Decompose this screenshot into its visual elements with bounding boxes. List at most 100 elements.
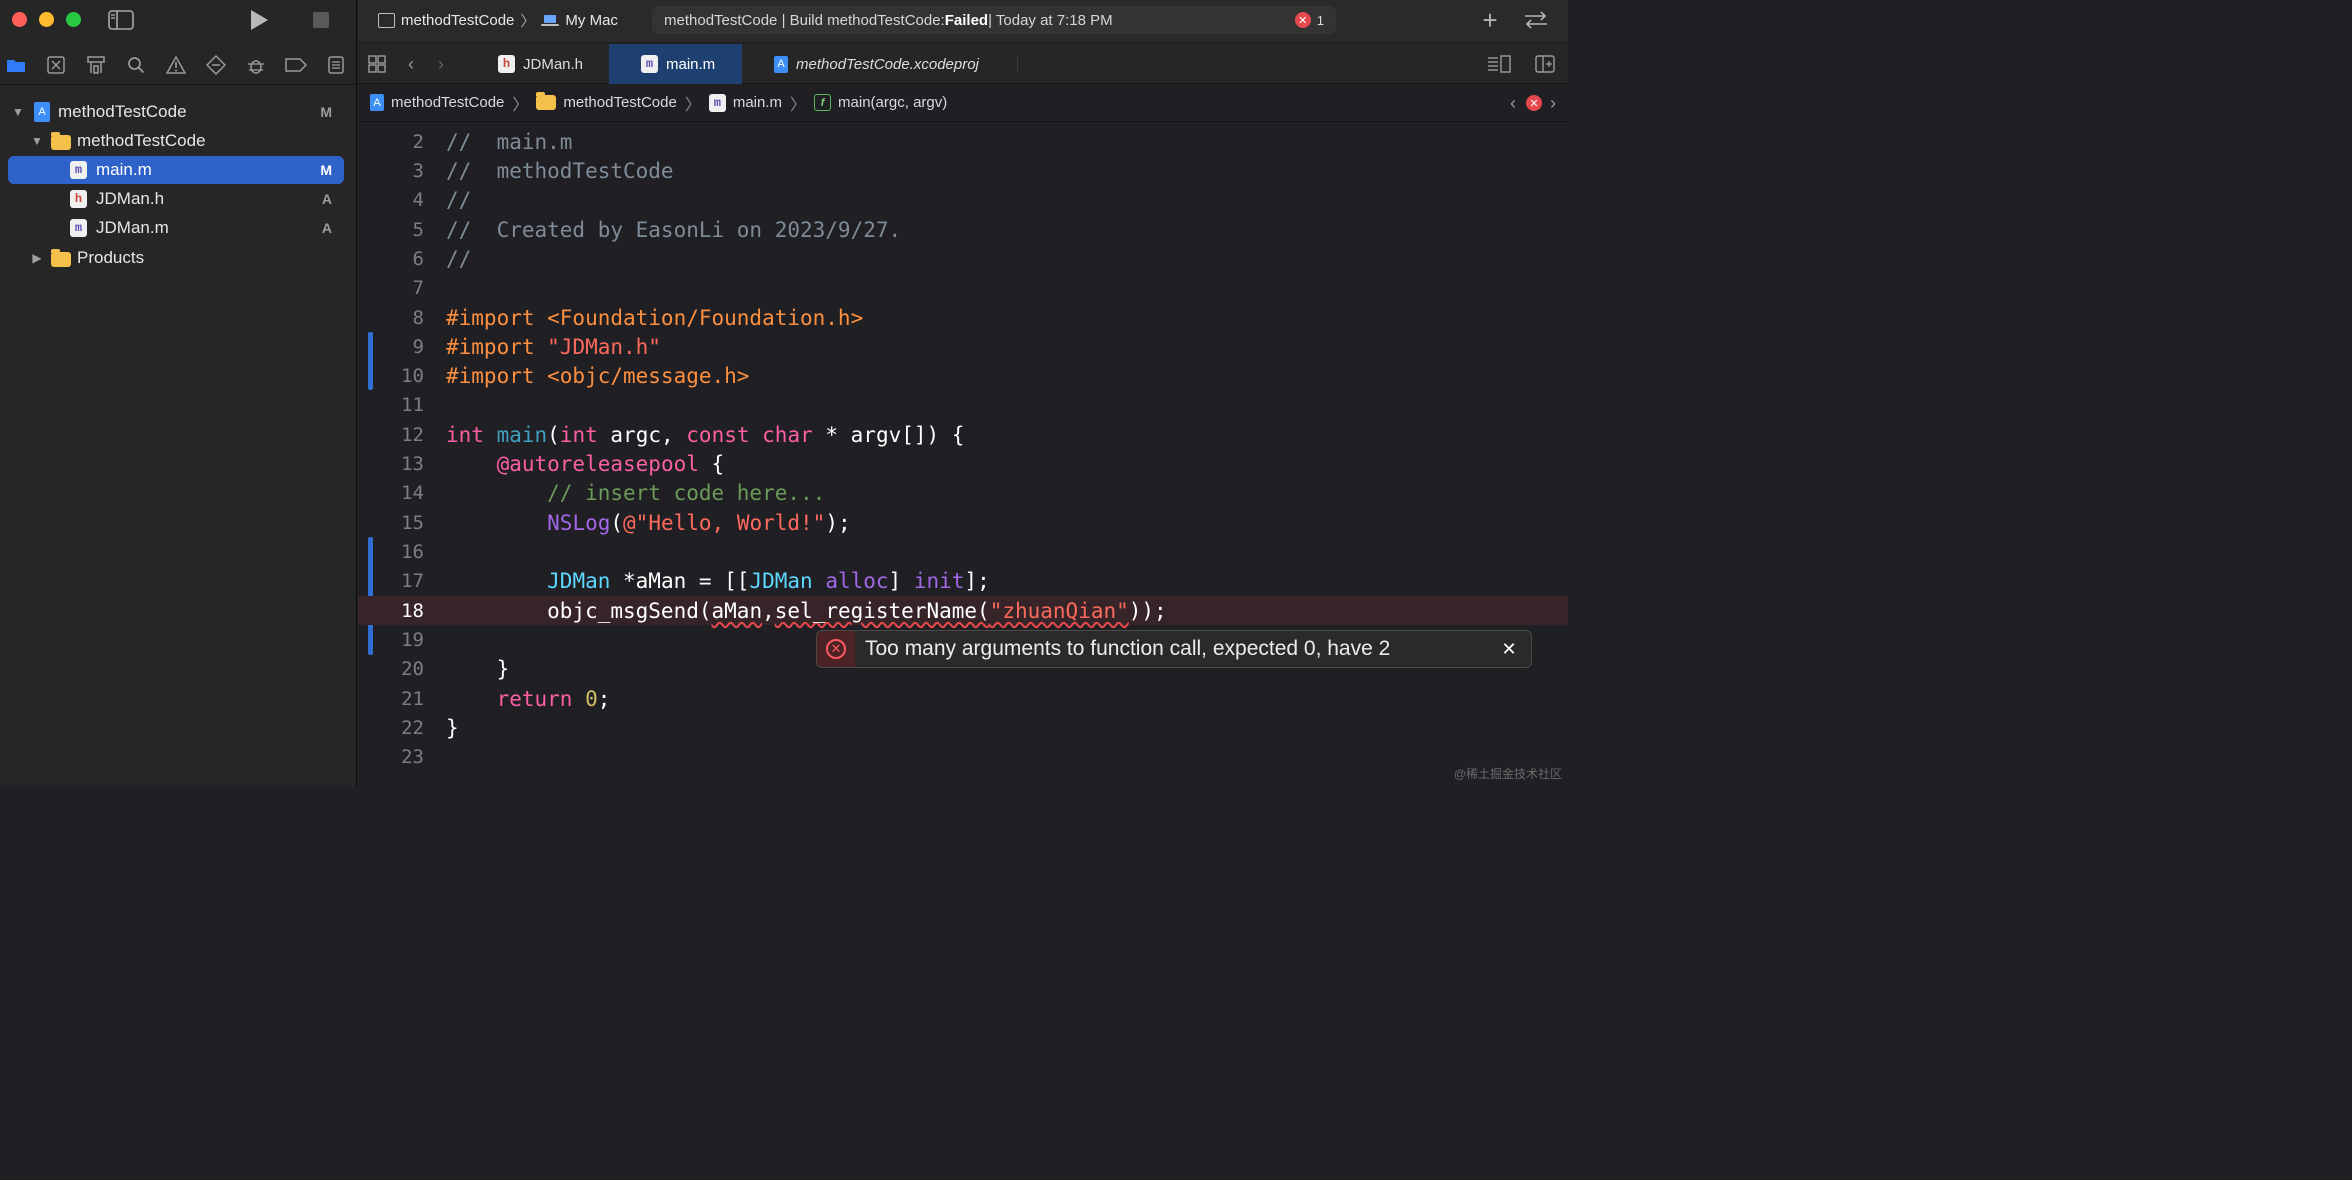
stop-icon[interactable]	[311, 10, 331, 30]
code-text: objc_msgSend(aMan,sel_registerName("zhua…	[446, 598, 1167, 623]
tree-item-label: main.m	[96, 160, 152, 179]
zoom-window-button[interactable]	[66, 12, 81, 27]
line-number: 19	[401, 628, 424, 651]
error-count-indicator[interactable]: ✕ 1	[1294, 12, 1324, 28]
destination-name: My Mac	[565, 11, 618, 29]
add-icon[interactable]: +	[1478, 5, 1502, 35]
tab-jdman-h[interactable]: h JDMan.h	[484, 44, 608, 84]
header-file-icon: h	[498, 55, 515, 73]
scheme-selector[interactable]: methodTestCode 〉 My Mac	[378, 8, 618, 32]
line-number: 7	[412, 276, 424, 299]
jumpbar-file[interactable]: m main.m	[708, 93, 782, 112]
chevron-down-icon[interactable]: ▼	[30, 134, 44, 148]
folder-navigator-icon[interactable]	[5, 54, 27, 76]
source-editor[interactable]: 2 // main.m 3 // methodTestCode 4 // 5 /…	[358, 123, 1568, 787]
tree-item-group[interactable]: ▼ methodTestCode	[8, 127, 344, 155]
code-line: 4 //	[358, 185, 1568, 214]
chevron-right-icon[interactable]: ▶	[30, 251, 44, 265]
tab-label: methodTestCode.xcodeproj	[796, 55, 979, 73]
code-line: 23	[358, 742, 1568, 771]
code-line: 11	[358, 390, 1568, 419]
code-text: //	[446, 187, 472, 212]
tree-item-project[interactable]: ▼ A methodTestCode M	[8, 98, 344, 126]
code-line: 13 @autoreleasepool {	[358, 449, 1568, 478]
xcodeproj-icon: A	[370, 94, 384, 111]
close-icon[interactable]: ✕	[1499, 639, 1519, 659]
breakpoint-navigator-icon[interactable]	[285, 54, 307, 76]
activity-view[interactable]: methodTestCode | Build methodTestCode: F…	[652, 6, 1336, 34]
source-control-badge: M	[320, 162, 332, 178]
tree-item-main-m[interactable]: m main.m M	[8, 156, 344, 184]
function-icon: f	[814, 94, 832, 111]
line-number: 11	[401, 393, 424, 416]
tree-item-label: methodTestCode	[77, 131, 206, 150]
tree-item-jdman-h[interactable]: h JDMan.h A	[8, 185, 344, 213]
editor-options-icon[interactable]	[1486, 54, 1512, 74]
objc-file-icon: m	[70, 161, 87, 179]
next-issue-icon[interactable]: ›	[1546, 93, 1560, 113]
issue-navigator-icon[interactable]	[165, 54, 187, 76]
chevron-right-icon: 〉	[520, 12, 536, 30]
tab-main-m[interactable]: m main.m	[609, 44, 742, 84]
code-line: 2 // main.m	[358, 127, 1568, 156]
jumpbar-label: methodTestCode	[563, 94, 677, 111]
issue-error-icon[interactable]: ✕	[1526, 95, 1542, 111]
error-annotation[interactable]: ✕ Too many arguments to function call, e…	[816, 630, 1532, 668]
code-line: 21 return 0;	[358, 684, 1568, 713]
jumpbar-symbol[interactable]: f main(argc, argv)	[814, 94, 947, 111]
tree-item-products[interactable]: ▶ Products	[8, 244, 344, 272]
line-number: 16	[401, 540, 424, 563]
line-number: 4	[412, 188, 424, 211]
symbol-navigator-icon[interactable]	[85, 54, 107, 76]
test-navigator-icon[interactable]	[205, 54, 227, 76]
code-line: 3 // methodTestCode	[358, 156, 1568, 185]
debug-navigator-icon[interactable]	[245, 54, 267, 76]
code-line: 22 }	[358, 713, 1568, 742]
report-navigator-icon[interactable]	[325, 54, 347, 76]
jumpbar-group[interactable]: methodTestCode	[536, 92, 677, 111]
chevron-down-icon[interactable]: ▼	[11, 105, 25, 119]
sidebar-divider	[0, 84, 357, 85]
tree-item-label: JDMan.m	[96, 218, 169, 237]
swap-arrows-icon[interactable]	[1522, 8, 1550, 32]
xcodeproj-icon: A	[774, 55, 788, 73]
folder-icon	[51, 132, 71, 150]
folder-icon	[536, 92, 557, 110]
line-number: 22	[401, 716, 424, 739]
code-line: 16	[358, 537, 1568, 566]
code-text: return 0;	[496, 686, 611, 711]
tab-separator	[1017, 55, 1018, 73]
code-text: // insert code here...	[446, 480, 826, 505]
xcodeproj-icon: A	[34, 102, 50, 122]
minimize-window-button[interactable]	[39, 12, 54, 27]
jump-bar: A methodTestCode 〉 methodTestCode 〉 m ma…	[358, 84, 1568, 122]
split-editor-icon[interactable]	[1534, 54, 1556, 74]
previous-issue-icon[interactable]: ‹	[1506, 93, 1520, 113]
run-icon[interactable]	[247, 8, 271, 32]
jumpbar-project[interactable]: A methodTestCode	[370, 94, 504, 111]
line-number: 8	[412, 306, 424, 329]
source-control-badge: A	[321, 220, 332, 236]
source-control-navigator-icon[interactable]	[45, 54, 67, 76]
forward-icon[interactable]: ›	[432, 54, 450, 74]
close-window-button[interactable]	[12, 12, 27, 27]
toggle-navigator-icon[interactable]	[108, 9, 134, 31]
line-number: 21	[401, 687, 424, 710]
navigator-selector-bar	[0, 52, 357, 80]
source-control-badge: M	[320, 104, 332, 120]
chevron-right-icon: 〉	[684, 96, 701, 114]
related-items-icon[interactable]	[367, 54, 387, 74]
jumpbar-label: main(argc, argv)	[838, 94, 948, 111]
navigator-sidebar: ▼ A methodTestCode M ▼ methodTestCode m …	[0, 0, 357, 787]
tree-item-jdman-m[interactable]: m JDMan.m A	[8, 214, 344, 242]
build-status: Failed	[944, 11, 989, 29]
jumpbar-label: methodTestCode	[391, 94, 505, 111]
error-count: 1	[1316, 12, 1324, 28]
chevron-right-icon: 〉	[790, 96, 807, 114]
folder-icon	[51, 249, 71, 267]
watermark: @稀土掘金技术社区	[1453, 767, 1562, 781]
tab-xcodeproj[interactable]: A methodTestCode.xcodeproj	[760, 44, 1016, 84]
find-navigator-icon[interactable]	[125, 54, 147, 76]
back-icon[interactable]: ‹	[402, 54, 420, 74]
window-toolbar: methodTestCode 〉 My Mac methodTestCode |…	[358, 0, 1568, 42]
